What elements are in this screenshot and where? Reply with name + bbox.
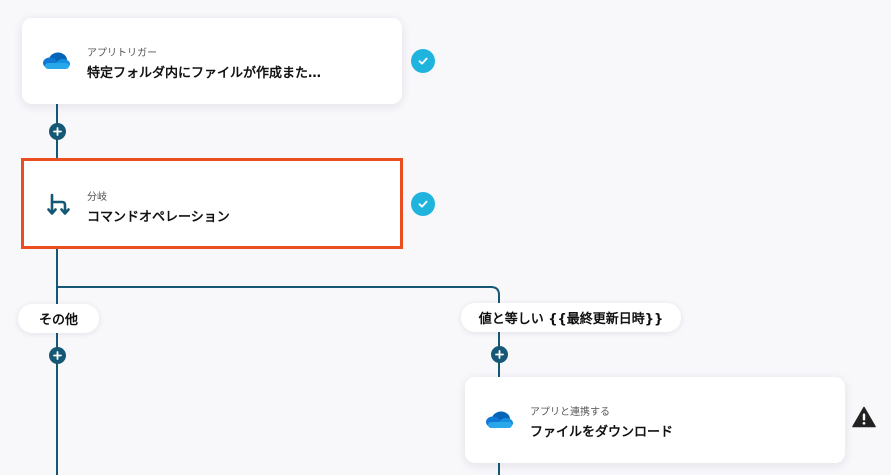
branch-label-equals[interactable]: 値と等しい {{最終更新日時}} xyxy=(461,303,681,332)
trigger-subtitle: アプリトリガー xyxy=(87,48,157,59)
flow-canvas: アプリトリガー 特定フォルダ内にファイルが作成また… 分岐 コマンドオペレーショ… xyxy=(0,0,891,475)
branch-status-check-icon xyxy=(411,192,435,216)
add-step-button-equals[interactable] xyxy=(491,346,508,363)
trigger-card[interactable]: アプリトリガー 特定フォルダ内にファイルが作成また… xyxy=(22,18,402,104)
action-subtitle: アプリと連携する xyxy=(530,407,610,418)
onedrive-cloud-icon xyxy=(40,45,72,77)
onedrive-cloud-icon xyxy=(483,404,515,436)
branch-icon xyxy=(43,189,75,221)
add-step-button[interactable] xyxy=(49,123,66,140)
branch-label-other[interactable]: その他 xyxy=(18,304,99,333)
trigger-title: 特定フォルダ内にファイルが作成また… xyxy=(87,66,322,81)
action-title: ファイルをダウンロード xyxy=(530,425,674,440)
trigger-status-check-icon xyxy=(411,49,435,73)
branch-card[interactable]: 分岐 コマンドオペレーション xyxy=(21,158,403,249)
action-card[interactable]: アプリと連携する ファイルをダウンロード xyxy=(465,377,845,463)
branch-subtitle: 分岐 xyxy=(87,192,107,203)
add-step-button-other[interactable] xyxy=(49,347,66,364)
branch-title: コマンドオペレーション xyxy=(87,210,230,225)
warning-icon xyxy=(851,405,877,429)
